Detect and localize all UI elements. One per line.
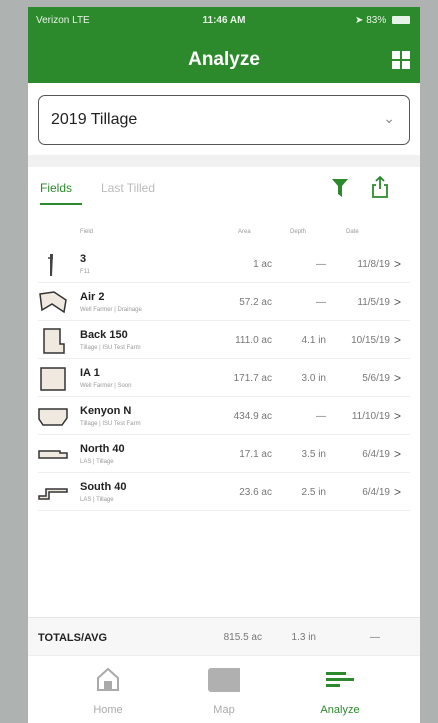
field-shape-icon	[48, 254, 53, 276]
totals-row: TOTALS/AVG 815.5 ac 1.3 in —	[28, 617, 420, 656]
status-right: ➤ 83%	[355, 15, 410, 26]
chevron-right-icon: >	[394, 485, 402, 499]
grid-menu-icon[interactable]	[392, 51, 410, 69]
field-name: 3	[80, 253, 87, 265]
field-subtitle: Tillage | ISU Test Farm	[80, 421, 141, 427]
field-name: North 40	[80, 443, 125, 455]
season-dropdown-value: 2019 Tillage	[51, 111, 138, 128]
field-name: South 40	[80, 481, 127, 493]
chevron-right-icon: >	[394, 371, 402, 385]
table-row[interactable]: South 40 LAS | Tillage 23.6 ac 2.5 in 6/…	[38, 473, 410, 511]
field-depth: 3.5 in	[301, 449, 326, 460]
field-shape-icon	[39, 291, 67, 314]
field-subtitle: Well Farmer | Drainage	[80, 307, 142, 313]
field-area: 111.0 ac	[235, 335, 272, 346]
field-name: IA 1	[80, 367, 100, 379]
table-row[interactable]: IA 1 Well Farmer | Soon 171.7 ac 3.0 in …	[38, 359, 410, 397]
field-date: 6/4/19	[362, 487, 390, 498]
totals-label: TOTALS/AVG	[38, 632, 108, 644]
status-bar: Verizon LTE 11:46 AM ➤ 83%	[28, 13, 420, 31]
table-header: Field Area Depth Date	[28, 229, 420, 243]
table-row[interactable]: North 40 LAS | Tillage 17.1 ac 3.5 in 6/…	[38, 435, 410, 473]
totals-date: —	[370, 632, 380, 643]
tab-fields[interactable]: Fields	[40, 181, 72, 195]
field-shape-icon	[43, 328, 65, 354]
chevron-right-icon: >	[394, 295, 402, 309]
chevron-right-icon: >	[394, 333, 402, 347]
tab-last-tilled[interactable]: Last Tilled	[101, 181, 155, 195]
home-icon	[97, 667, 119, 691]
field-date: 11/8/19	[357, 259, 390, 270]
field-subtitle: LAS | Tillage	[80, 497, 114, 503]
filter-icon[interactable]	[332, 179, 348, 197]
field-date: 11/5/19	[357, 297, 390, 308]
field-area: 57.2 ac	[239, 297, 272, 308]
field-shape-icon	[38, 488, 68, 500]
field-area: 1 ac	[253, 259, 272, 270]
app-header: Verizon LTE 11:46 AM ➤ 83% Analyze	[28, 7, 420, 83]
season-dropdown[interactable]: 2019 Tillage ⌄	[38, 95, 410, 145]
table-row[interactable]: Air 2 Well Farmer | Drainage 57.2 ac — 1…	[38, 283, 410, 321]
field-list: 3 F11 1 ac — 11/8/19 > Air 2 Well Farmer…	[28, 245, 420, 511]
phone-screen: Verizon LTE 11:46 AM ➤ 83% Analyze 2019 …	[28, 7, 420, 723]
field-name: Kenyon N	[80, 405, 132, 417]
field-subtitle: Well Farmer | Soon	[80, 383, 132, 389]
field-date: 6/4/19	[362, 449, 390, 460]
field-depth: —	[316, 259, 326, 270]
table-row[interactable]: Back 150 Tillage | ISU Test Farm 111.0 a…	[38, 321, 410, 359]
field-depth: 4.1 in	[301, 335, 326, 346]
header-field[interactable]: Field	[80, 229, 93, 235]
field-date: 11/10/19	[351, 411, 390, 422]
table-row[interactable]: Kenyon N Tillage | ISU Test Farm 434.9 a…	[38, 397, 410, 435]
field-subtitle: LAS | Tillage	[80, 459, 114, 465]
nav-map[interactable]: Map	[174, 656, 274, 723]
field-date: 10/15/19	[351, 335, 390, 346]
nav-home-label: Home	[93, 704, 123, 716]
totals-depth: 1.3 in	[291, 632, 316, 643]
field-subtitle: F11	[80, 269, 90, 275]
nav-map-label: Map	[213, 704, 235, 716]
field-depth: 3.0 in	[301, 373, 326, 384]
header-area[interactable]: Area	[238, 229, 251, 235]
share-icon[interactable]	[370, 175, 390, 199]
header-depth[interactable]: Depth	[290, 229, 306, 235]
field-depth: —	[316, 411, 326, 422]
section-divider	[28, 155, 420, 167]
field-date: 5/6/19	[362, 373, 390, 384]
field-shape-icon	[38, 450, 68, 459]
analyze-icon	[326, 672, 354, 687]
nav-home[interactable]: Home	[58, 656, 158, 723]
location-icon: ➤	[355, 15, 364, 26]
totals-area: 815.5 ac	[223, 632, 262, 643]
field-name: Air 2	[80, 291, 105, 303]
battery-label: 83%	[366, 15, 387, 26]
field-depth: —	[316, 297, 326, 308]
field-name: Back 150	[80, 329, 128, 341]
field-shape-icon	[38, 408, 68, 426]
field-area: 171.7 ac	[233, 373, 272, 384]
table-row[interactable]: 3 F11 1 ac — 11/8/19 >	[38, 245, 410, 283]
battery-icon	[392, 16, 410, 25]
nav-analyze-label: Analyze	[320, 704, 360, 716]
nav-analyze[interactable]: Analyze	[290, 656, 390, 723]
field-area: 17.1 ac	[239, 449, 272, 460]
field-shape-icon	[40, 367, 66, 391]
chevron-right-icon: >	[394, 447, 402, 461]
page-title: Analyze	[188, 49, 260, 70]
field-area: 23.6 ac	[239, 487, 272, 498]
map-icon	[208, 668, 240, 692]
tab-active-indicator	[40, 203, 82, 205]
field-area: 434.9 ac	[233, 411, 272, 422]
chevron-right-icon: >	[394, 257, 402, 271]
field-subtitle: Tillage | ISU Test Farm	[80, 345, 141, 351]
header-date[interactable]: Date	[346, 229, 359, 235]
bottom-nav: Home Map Analyze	[28, 655, 420, 723]
field-depth: 2.5 in	[301, 487, 326, 498]
chevron-down-icon: ⌄	[383, 110, 395, 126]
chevron-right-icon: >	[394, 409, 402, 423]
